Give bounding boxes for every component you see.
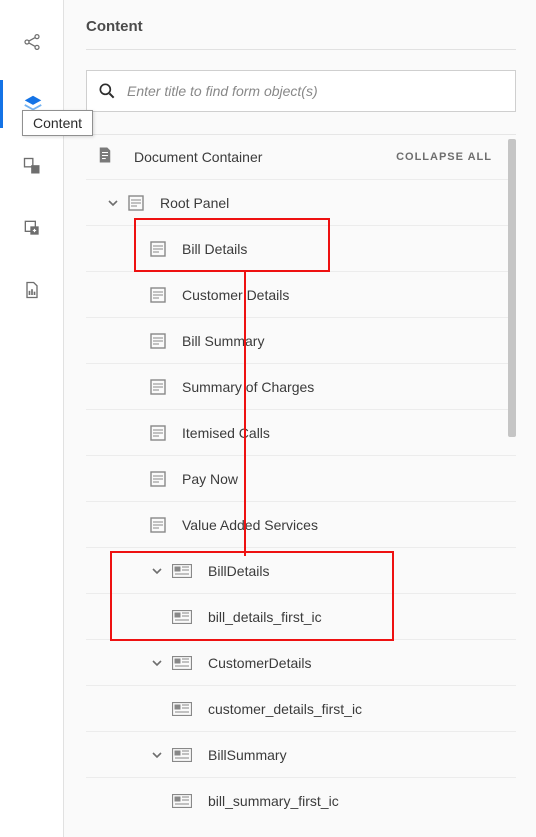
- panel-icon: [150, 333, 166, 349]
- tree-item-itemised-calls[interactable]: Itemised Calls: [86, 409, 516, 455]
- tree-item-bill-summary[interactable]: Bill Summary: [86, 317, 516, 363]
- panel-icon: [150, 517, 166, 533]
- tree-item-value-added-services[interactable]: Value Added Services: [86, 501, 516, 547]
- tree-label: bill_details_first_ic: [208, 609, 322, 625]
- search-input[interactable]: [127, 83, 505, 99]
- chevron-down-icon[interactable]: [104, 198, 122, 208]
- image-group-icon: [172, 656, 192, 670]
- tree-label: Itemised Calls: [182, 425, 270, 441]
- tree-item-summary-of-charges[interactable]: Summary of Charges: [86, 363, 516, 409]
- tree-label: Summary of Charges: [182, 379, 314, 395]
- tree-item-billdetails-group[interactable]: BillDetails: [86, 547, 516, 593]
- chevron-down-icon[interactable]: [148, 566, 166, 576]
- tree-item-customer-details-first-ic[interactable]: customer_details_first_ic: [86, 685, 516, 731]
- assets-icon: [22, 156, 42, 176]
- tree-item-bill-details-first-ic[interactable]: bill_details_first_ic: [86, 593, 516, 639]
- rail-data[interactable]: [0, 266, 64, 314]
- search-box[interactable]: [86, 70, 516, 112]
- image-group-icon: [172, 794, 192, 808]
- panel-icon: [150, 379, 166, 395]
- tooltip-content: Content: [22, 110, 93, 136]
- scrollbar[interactable]: [508, 139, 516, 437]
- image-group-icon: [172, 748, 192, 762]
- collapse-all-button[interactable]: COLLAPSE ALL: [396, 151, 492, 163]
- tree-label: customer_details_first_ic: [208, 701, 362, 717]
- panel-icon: [150, 287, 166, 303]
- doc-container-row[interactable]: Document Container COLLAPSE ALL: [86, 135, 516, 179]
- panel-icon: [150, 425, 166, 441]
- image-group-icon: [172, 702, 192, 716]
- tree-label: bill_summary_first_ic: [208, 793, 339, 809]
- components-icon: [22, 218, 42, 238]
- content-panel: Content Document Container COLLAPSE ALL …: [64, 0, 536, 837]
- page-icon: [22, 280, 42, 300]
- tree-item-bill-summary-first-ic[interactable]: bill_summary_first_ic: [86, 777, 516, 823]
- tree-label: BillDetails: [208, 563, 269, 579]
- image-group-icon: [172, 610, 192, 624]
- tree-item-billsummary-group[interactable]: BillSummary: [86, 731, 516, 777]
- rail-share[interactable]: [0, 18, 64, 66]
- tree-label: Root Panel: [160, 195, 229, 211]
- rail-assets[interactable]: [0, 142, 64, 190]
- tree-item-bill-details[interactable]: Bill Details: [86, 225, 516, 271]
- image-group-icon: [172, 564, 192, 578]
- tree-label: Bill Details: [182, 241, 247, 257]
- panel-icon: [128, 195, 144, 211]
- tree-item-customer-details[interactable]: Customer Details: [86, 271, 516, 317]
- tree: Document Container COLLAPSE ALL Root Pan…: [86, 134, 516, 837]
- chevron-down-icon[interactable]: [148, 750, 166, 760]
- doc-container-label: Document Container: [134, 149, 262, 165]
- panel-icon: [150, 241, 166, 257]
- rail-components[interactable]: [0, 204, 64, 252]
- tree-label: Customer Details: [182, 287, 289, 303]
- tree-item-root-panel[interactable]: Root Panel: [86, 179, 516, 225]
- tree-label: Value Added Services: [182, 517, 318, 533]
- tree-label: Bill Summary: [182, 333, 264, 349]
- chevron-down-icon[interactable]: [148, 658, 166, 668]
- tree-item-customerdetails-group[interactable]: CustomerDetails: [86, 639, 516, 685]
- panel-title: Content: [86, 18, 516, 50]
- tree-label: CustomerDetails: [208, 655, 311, 671]
- tree-label: BillSummary: [208, 747, 287, 763]
- panel-icon: [150, 471, 166, 487]
- search-icon: [97, 81, 117, 101]
- document-icon: [96, 146, 114, 169]
- tree-item-pay-now[interactable]: Pay Now: [86, 455, 516, 501]
- tree-label: Pay Now: [182, 471, 238, 487]
- share-icon: [22, 32, 42, 52]
